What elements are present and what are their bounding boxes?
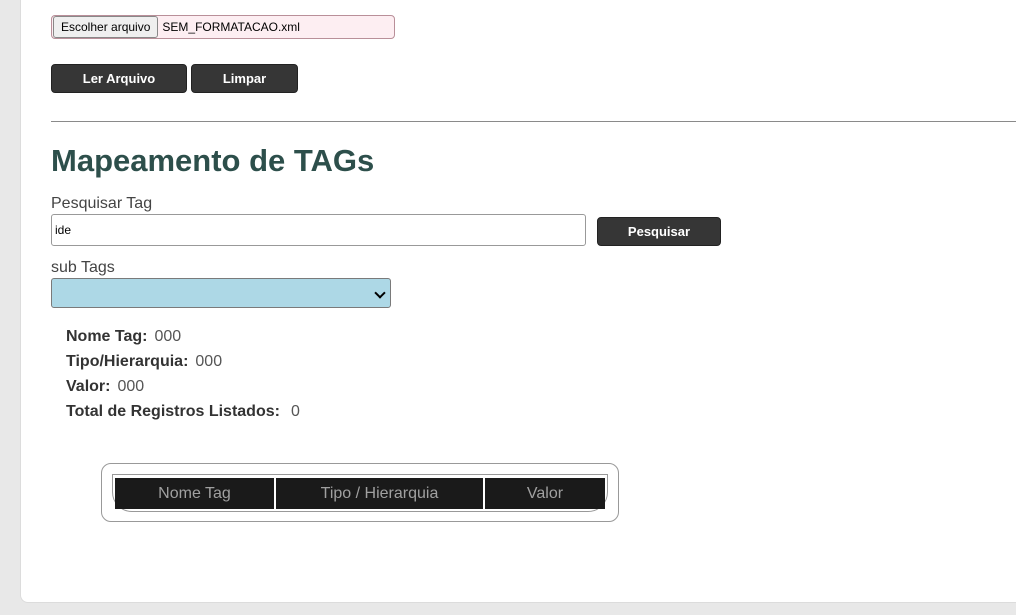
info-value-value: 000 xyxy=(117,378,145,395)
page: Escolher arquivo SEM_FORMATACAO.xml Ler … xyxy=(20,0,1016,603)
info-name: Nome Tag: 000 xyxy=(66,328,181,346)
info-total: Total de Registros Listados: 0 xyxy=(66,403,300,421)
search-input[interactable]: ide xyxy=(51,214,586,246)
search-label: Pesquisar Tag xyxy=(51,195,153,212)
info-type: Tipo/Hierarquia: 000 xyxy=(66,353,222,371)
header-nome-tag[interactable]: Nome Tag xyxy=(115,478,274,509)
info-value-label: Valor: xyxy=(66,378,111,395)
subtags-label: sub Tags xyxy=(51,259,115,276)
subtags-select[interactable] xyxy=(51,278,391,308)
info-name-label: Nome Tag: xyxy=(66,328,148,345)
info-value: Valor: 000 xyxy=(66,378,144,396)
file-input[interactable]: Escolher arquivo SEM_FORMATACAO.xml xyxy=(51,15,395,39)
info-total-label: Total de Registros Listados: xyxy=(66,403,280,420)
info-name-value: 000 xyxy=(154,328,182,345)
header-valor[interactable]: Valor xyxy=(485,478,605,509)
page-title: Mapeamento de TAGs xyxy=(51,143,375,178)
divider xyxy=(51,121,1016,122)
info-type-label: Tipo/Hierarquia: xyxy=(66,353,189,370)
info-total-value: 0 xyxy=(290,403,300,420)
header-tipo-hierarquia[interactable]: Tipo / Hierarquia xyxy=(276,478,483,509)
info-type-value: 000 xyxy=(195,353,223,370)
file-name: SEM_FORMATACAO.xml xyxy=(162,20,300,34)
search-button[interactable]: Pesquisar xyxy=(597,217,721,246)
choose-file-button[interactable]: Escolher arquivo xyxy=(53,16,159,38)
results-table: Nome Tag Tipo / Hierarquia Valor xyxy=(101,463,619,522)
read-file-button[interactable]: Ler Arquivo xyxy=(51,64,187,93)
chevron-down-icon xyxy=(374,287,386,299)
clear-button[interactable]: Limpar xyxy=(191,64,298,93)
